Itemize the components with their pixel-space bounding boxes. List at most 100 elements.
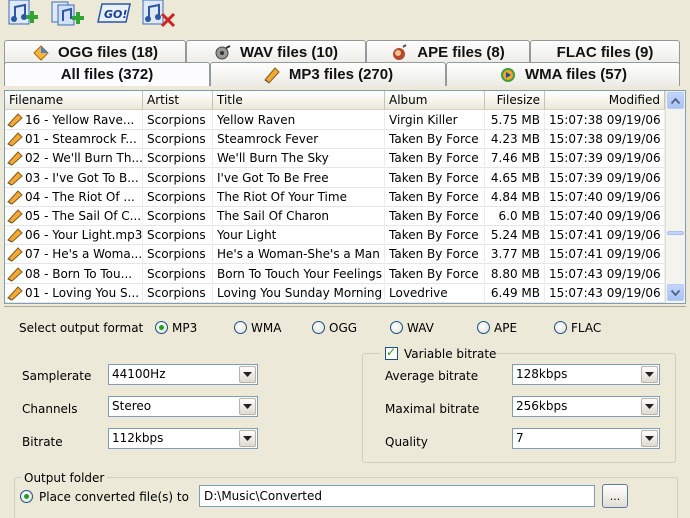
cell-artist: Scorpions — [143, 245, 213, 265]
cell-filesize: 6.49 MB — [485, 283, 545, 303]
column-header-filesize[interactable]: Filesize — [485, 91, 545, 110]
max-bitrate-dropdown-button[interactable] — [641, 398, 658, 415]
go-label: GO! — [104, 8, 127, 21]
quality-dropdown-button[interactable] — [641, 430, 658, 447]
cell-title: Born To Touch Your Feelings — [213, 264, 385, 284]
max-bitrate-select[interactable]: 256kbps — [512, 396, 660, 417]
cell-filesize-text: 7.46 MB — [490, 151, 540, 166]
cell-modified-text: 15:07:41 09/19/06 — [549, 247, 661, 262]
cell-filename: 01 - Steamrock F... — [5, 130, 143, 150]
format-ogg-radio[interactable] — [312, 321, 325, 334]
channels-select[interactable]: Stereo — [108, 396, 258, 417]
cell-artist-text: Scorpions — [147, 209, 206, 223]
cell-artist-text: Scorpions — [147, 247, 206, 262]
add-folder-button[interactable] — [50, 0, 86, 30]
tab-flac-files[interactable]: FLAC files (9) — [530, 40, 680, 64]
scroll-down-button[interactable] — [667, 284, 684, 301]
tab-ogg-files[interactable]: OGG files (18) — [4, 40, 186, 64]
cell-title-text: Yellow Raven — [217, 113, 296, 127]
bitrate-value: 112kbps — [112, 431, 164, 445]
cell-filename-text: 04 - The Riot Of ... — [25, 189, 135, 204]
cell-filesize-text: 5.75 MB — [490, 113, 540, 127]
add-files-button[interactable] — [4, 0, 40, 30]
table-row[interactable]: 02 - We'll Burn Th... Scorpions We'll Burn… — [5, 149, 665, 169]
table-row[interactable]: 01 - Loving You S... Scorpions Loving You … — [5, 283, 665, 303]
table-row[interactable]: 07 - He's a Woma... Scorpions He's a Woman… — [5, 245, 665, 265]
format-wav-radio[interactable] — [390, 321, 403, 334]
cell-title-text: I've Got To Be Free — [217, 170, 329, 185]
table-row[interactable]: 03 - I've Got To B... Scorpions I've Got T… — [5, 168, 665, 188]
cell-artist: Scorpions — [143, 168, 213, 188]
add-file-icon — [8, 0, 38, 25]
cell-artist-text: Scorpions — [147, 113, 206, 127]
place-converted-radio[interactable] — [20, 490, 33, 503]
bitrate-dropdown-button[interactable] — [239, 430, 256, 447]
tab-wav-files[interactable]: WAV files (10) — [186, 40, 366, 64]
format-ape-radio[interactable] — [477, 321, 490, 334]
column-header-album[interactable]: Album — [385, 91, 485, 110]
table-row[interactable]: 16 - Yellow Rave... Scorpions Yellow Raven… — [5, 111, 665, 130]
cell-filesize: 4.23 MB — [485, 130, 545, 150]
cell-filename: 02 - We'll Burn Th... — [5, 149, 143, 169]
quality-select[interactable]: 7 — [512, 428, 660, 449]
file-list[interactable]: Filename Artist Title Album Filesize Mod… — [4, 90, 686, 304]
tab-ape-files[interactable]: APE files (8) — [366, 40, 530, 64]
column-header-modified[interactable]: Modified — [545, 91, 665, 110]
ogg-icon — [33, 44, 49, 61]
avg-bitrate-dropdown-button[interactable] — [641, 366, 658, 383]
vbr-checkbox[interactable] — [385, 345, 398, 360]
format-mp3-radio[interactable] — [155, 321, 168, 334]
column-header-artist[interactable]: Artist — [143, 91, 213, 110]
cell-title-text: The Sail Of Charon — [217, 209, 330, 223]
table-row[interactable]: 06 - Your Light.mp3 Scorpions Your Light Ta… — [5, 226, 665, 246]
cell-artist: Scorpions — [143, 264, 213, 284]
bitrate-select[interactable]: 112kbps — [108, 428, 258, 449]
column-header-filename[interactable]: Filename — [5, 91, 143, 110]
cell-modified: 15:07:43 09/19/06 — [545, 264, 665, 284]
table-row[interactable]: 05 - The Sail Of C... Scorpions The Sail O… — [5, 207, 665, 226]
channels-dropdown-button[interactable] — [239, 398, 256, 415]
mp3-file-icon — [7, 132, 23, 147]
format-flac-radio[interactable] — [554, 321, 567, 334]
tab-all-files[interactable]: All files (372) — [4, 62, 210, 86]
convert-button[interactable]: GO! — [96, 0, 132, 30]
column-header-title[interactable]: Title — [213, 91, 385, 110]
cell-album: Virgin Killer — [385, 111, 485, 130]
cell-modified: 15:07:40 09/19/06 — [545, 207, 665, 226]
remove-files-button[interactable] — [140, 0, 176, 30]
chevron-down-icon — [645, 404, 654, 409]
samplerate-select[interactable]: 44100Hz — [108, 364, 258, 385]
cell-album: Taken By Force — [385, 149, 485, 169]
wav-icon — [215, 44, 231, 59]
table-row[interactable]: 08 - Born To Tou... Scorpions Born To Touc… — [5, 264, 665, 284]
tab-mp3-files[interactable]: MP3 files (270) — [210, 62, 446, 86]
remove-file-icon — [142, 0, 176, 28]
cell-artist: Scorpions — [143, 187, 213, 207]
cell-modified-text: 15:07:39 09/19/06 — [549, 151, 661, 166]
cell-artist-text: Scorpions — [147, 151, 206, 166]
scroll-up-button[interactable] — [667, 92, 684, 109]
output-path-field[interactable]: D:\Music\Converted — [199, 485, 595, 507]
avg-bitrate-select[interactable]: 128kbps — [512, 364, 660, 385]
chevron-down-icon — [243, 436, 252, 441]
cell-modified-text: 15:07:43 09/19/06 — [549, 266, 661, 281]
tab-flac-label: FLAC files (9) — [556, 44, 654, 61]
scroll-thumb[interactable] — [667, 231, 684, 235]
format-ape-label: APE — [494, 321, 518, 335]
samplerate-dropdown-button[interactable] — [239, 366, 256, 383]
format-wma-radio[interactable] — [234, 321, 247, 334]
cell-artist: Scorpions — [143, 207, 213, 226]
tab-wma-files[interactable]: WMA files (57) — [446, 62, 680, 86]
mp3-file-icon — [7, 170, 23, 186]
chevron-down-icon — [671, 289, 680, 296]
table-row[interactable]: 04 - The Riot Of ... Scorpions The Riot Of… — [5, 187, 665, 207]
cell-modified: 15:07:41 09/19/06 — [545, 245, 665, 265]
file-list-scrollbar[interactable] — [665, 91, 685, 303]
cell-artist-text: Scorpions — [147, 228, 206, 243]
go-icon: GO! — [97, 3, 131, 23]
cell-album-text: Taken By Force — [389, 247, 479, 262]
cell-filename-text: 05 - The Sail Of C... — [25, 209, 142, 223]
browse-button[interactable]: ... — [602, 484, 628, 508]
table-row[interactable]: 01 - Steamrock F... Scorpions Steamrock Fe… — [5, 130, 665, 150]
cell-modified: 15:07:39 09/19/06 — [545, 149, 665, 169]
